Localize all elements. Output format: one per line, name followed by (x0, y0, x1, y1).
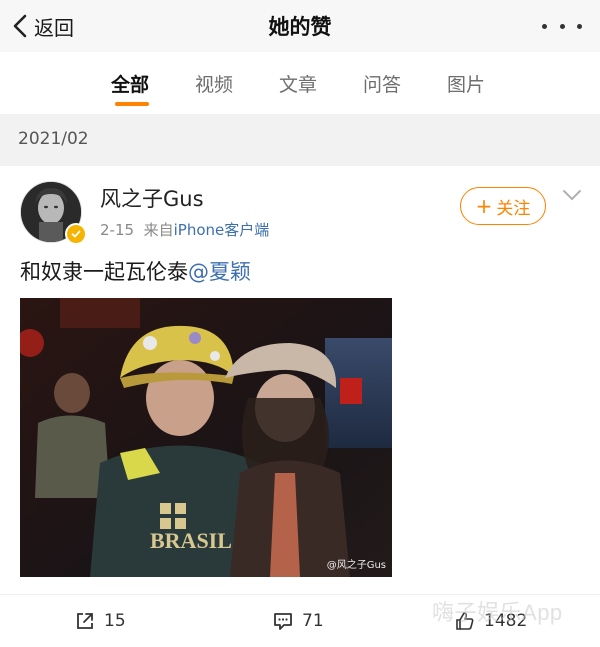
post-text: 和奴隶一起瓦伦泰 (20, 260, 188, 284)
verified-badge-icon (65, 223, 87, 245)
more-dot-icon (577, 23, 582, 29)
post-username[interactable]: 风之子Gus (100, 183, 204, 213)
active-tab-indicator (115, 102, 149, 106)
plus-icon: + (475, 194, 493, 218)
overlay-watermark-cn: 嗨子娱乐 (432, 601, 523, 626)
post-photo-illustration: BRASIL (20, 298, 392, 577)
post-meta: 2-15 来自iPhone客户端 (100, 219, 269, 240)
share-icon (77, 613, 93, 629)
post-body-text: 和奴隶一起瓦伦泰@夏颖 (20, 256, 251, 286)
tab-article[interactable]: 文章 (279, 70, 317, 97)
tab-qa[interactable]: 问答 (363, 70, 401, 97)
tab-all[interactable]: 全部 (111, 70, 149, 97)
overlay-watermark-latin: App (522, 600, 563, 625)
follow-button[interactable]: + 关注 (460, 187, 546, 225)
tab-bar: 全部 视频 文章 问答 图片 (0, 52, 600, 114)
chevron-left-icon (13, 14, 27, 38)
tab-video[interactable]: 视频 (195, 70, 233, 97)
more-options-button[interactable] (542, 14, 582, 38)
post-source-prefix: 来自 (143, 221, 174, 239)
post-date: 2-15 (100, 221, 135, 239)
page-title: 她的赞 (268, 15, 332, 39)
more-dot-icon (559, 23, 565, 29)
more-dot-icon (542, 23, 547, 29)
comment-count: 71 (302, 611, 324, 631)
top-navigation-bar: 返回 她的赞 (0, 0, 600, 52)
repost-button[interactable]: 15 (74, 608, 126, 634)
post-image[interactable]: BRASIL @风之子Gus (20, 298, 392, 577)
overlay-watermark: 嗨子娱乐App (432, 595, 563, 627)
mention-link[interactable]: @夏颖 (188, 260, 251, 284)
date-section-header: 2021/02 (0, 114, 600, 166)
image-watermark: @风之子Gus (326, 560, 386, 571)
repost-count: 15 (104, 611, 126, 631)
section-date: 2021/02 (18, 129, 89, 149)
follow-label: 关注 (496, 198, 531, 219)
back-label: 返回 (34, 15, 74, 40)
tab-images[interactable]: 图片 (447, 70, 485, 97)
comment-button[interactable]: 71 (272, 608, 324, 634)
post-menu-chevron-down-icon[interactable] (560, 186, 584, 204)
post-source-device[interactable]: iPhone客户端 (174, 221, 270, 239)
back-button[interactable]: 返回 (10, 8, 74, 44)
jersey-text: BRASIL (150, 528, 232, 553)
comment-icon (274, 613, 292, 630)
